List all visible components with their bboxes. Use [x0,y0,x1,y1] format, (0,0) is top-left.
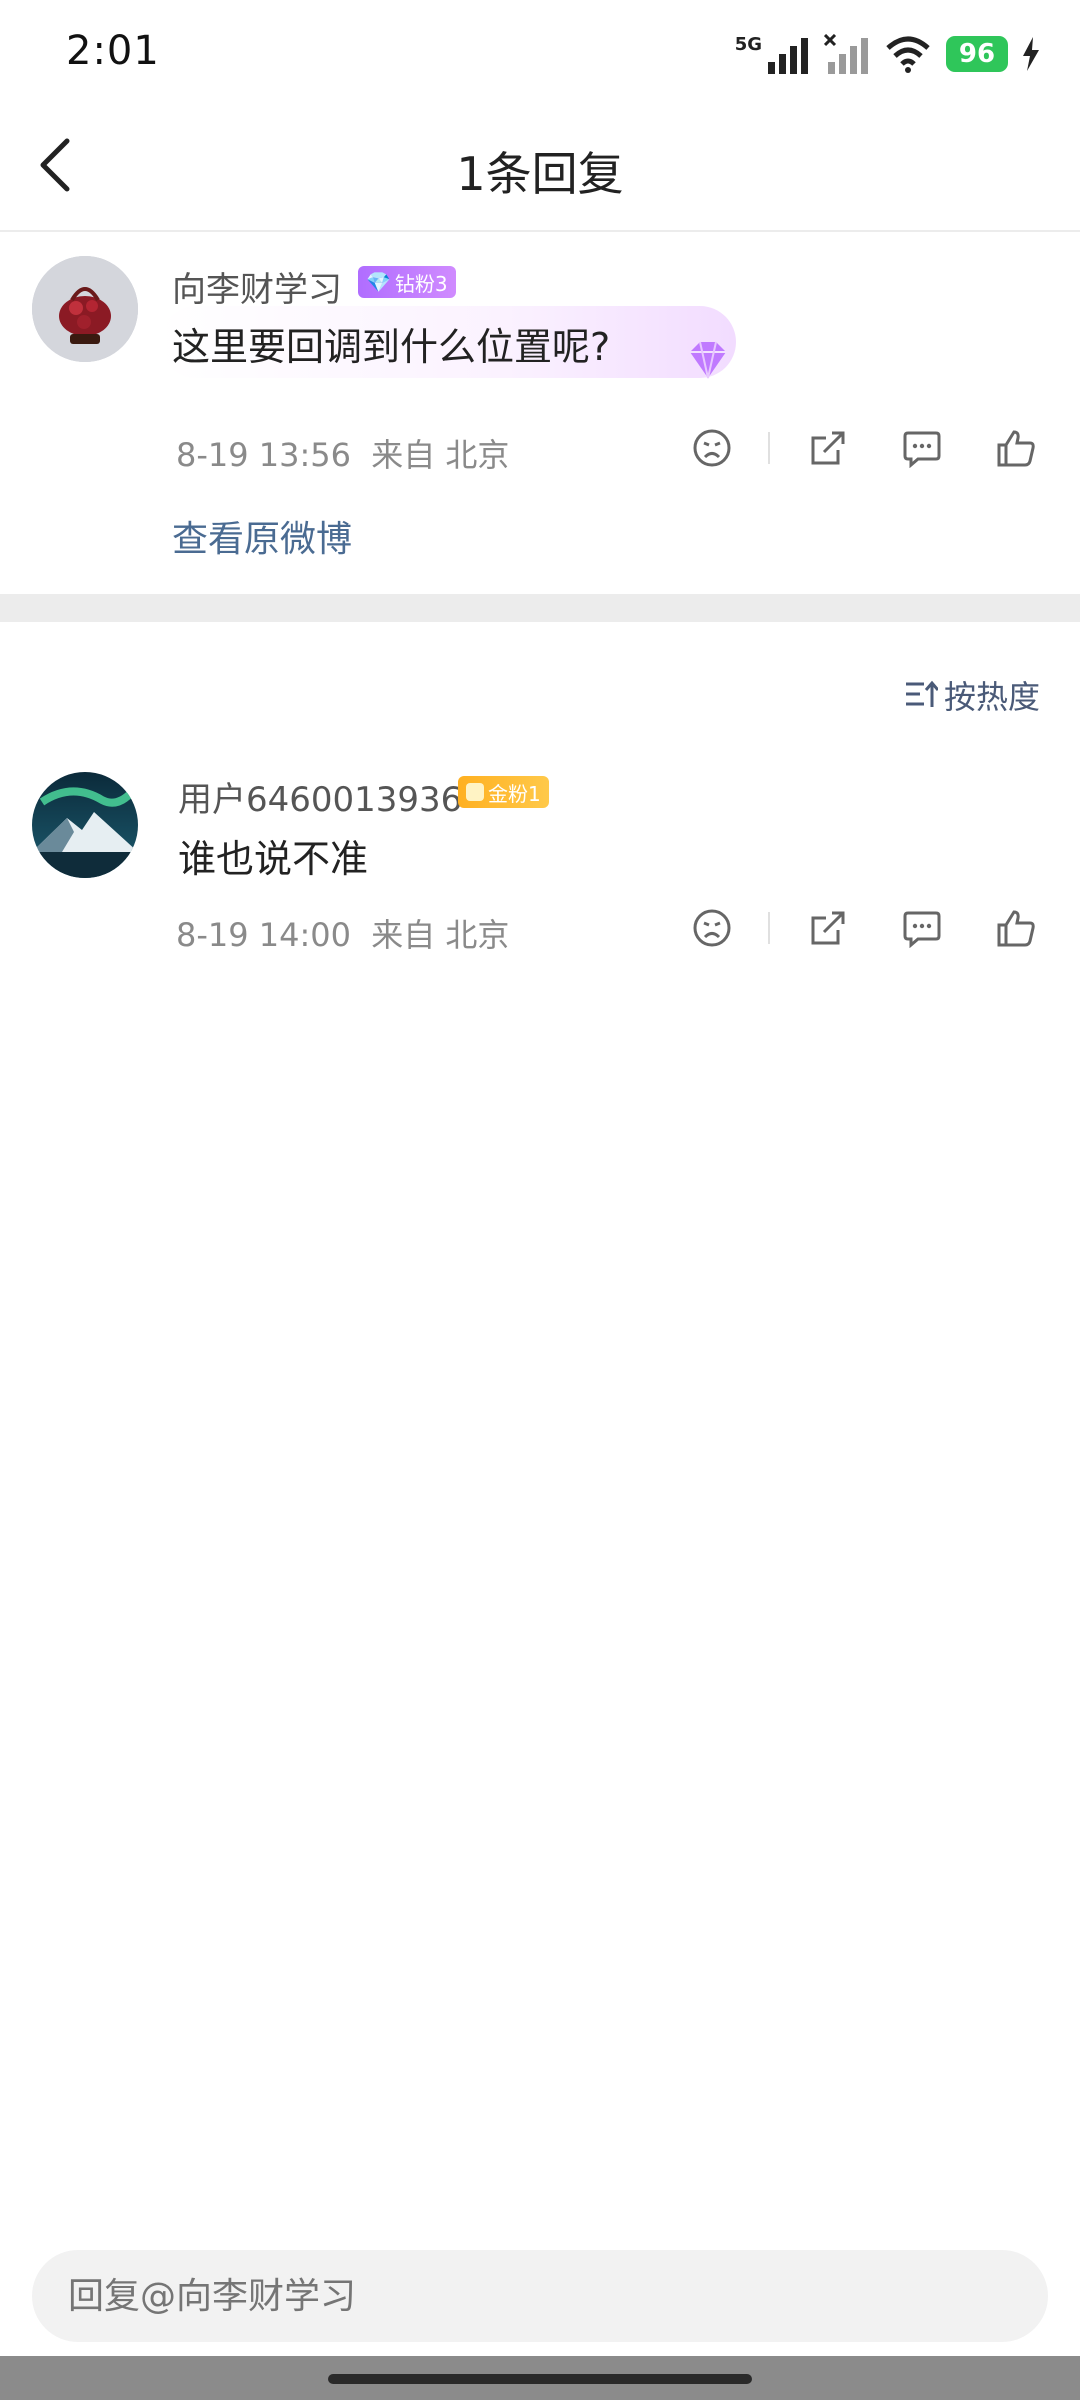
like-button[interactable] [994,426,1038,470]
action-divider [768,912,770,944]
view-original-weibo-link[interactable]: 查看原微博 [172,510,352,562]
signal-icon [768,38,808,74]
nav-bar: 1条回复 [0,100,1080,232]
share-icon [811,911,845,945]
gold-gem-icon [466,783,484,801]
reply-button[interactable] [900,906,944,950]
status-bar: 2:01 5G 96 [0,0,1080,100]
comment-timestamp: 8-19 13:56 来自 北京 [176,430,509,476]
reply-timestamp: 8-19 14:00 来自 北京 [176,910,509,956]
avatar-image [32,256,138,362]
comment-icon [903,431,941,468]
fan-badge: 金粉1 [458,776,549,808]
reply-location: 来自 北京 [371,916,510,954]
thumbs-up-icon [997,430,1035,467]
fan-badge-label: 金粉1 [488,781,541,806]
dislike-button[interactable] [690,426,734,470]
comment-text: 这里要回调到什么位置呢? [172,325,611,369]
sort-toggle[interactable]: 按热度 [904,672,1040,718]
reply-username[interactable]: 用户6460013936 [178,772,462,821]
diamond-icon: 💎 [366,270,391,294]
comment-username[interactable]: 向李财学习 [172,262,342,311]
share-button[interactable] [806,906,850,950]
sort-icon [905,680,938,707]
comment-location: 来自 北京 [371,436,510,474]
reply-input[interactable] [32,2250,1048,2342]
avatar[interactable] [32,256,138,362]
dislike-button[interactable] [690,906,734,950]
wifi-icon [886,36,930,73]
reply-button[interactable] [900,426,944,470]
fan-badge-label: 钻粉3 [394,271,448,296]
share-button[interactable] [806,426,850,470]
comment-date: 8-19 13:56 [176,436,352,474]
home-indicator[interactable] [328,2374,752,2384]
sort-label: 按热度 [943,678,1040,716]
reply-text: 谁也说不准 [178,837,369,881]
fan-badge: 💎 钻粉3 [358,266,456,298]
status-time: 2:01 [66,28,160,74]
avatar-image [32,772,138,878]
thumbs-up-icon [997,910,1035,947]
frown-icon [693,429,731,467]
frown-icon [693,909,731,947]
share-icon [811,431,845,465]
status-icons: 5G 96 [735,26,1040,82]
battery-indicator: 96 [946,36,1008,72]
action-divider [768,432,770,464]
like-button[interactable] [994,906,1038,950]
reply-date: 8-19 14:00 [176,916,352,954]
network-label: 5G [734,33,762,55]
diamond-decoration-icon [690,341,726,379]
section-divider [0,594,1080,622]
avatar[interactable] [32,772,138,878]
comment-icon [903,911,941,948]
signal-no-service-icon [824,34,868,74]
page-title: 1条回复 [456,147,624,201]
charging-icon [1023,37,1039,71]
